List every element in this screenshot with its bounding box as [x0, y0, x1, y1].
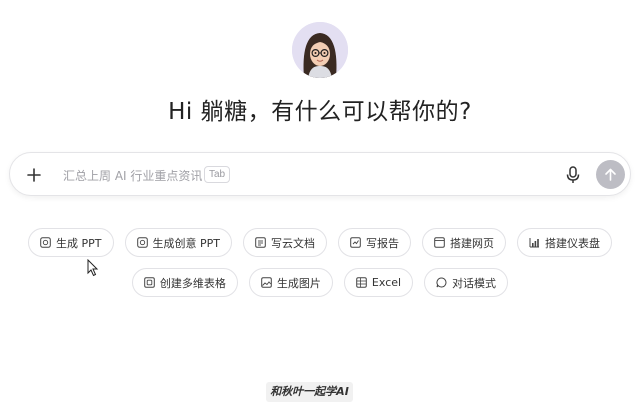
watermark-text: 和秋叶一起学AI — [266, 382, 353, 402]
chip-write-report[interactable]: 写报告 — [337, 228, 411, 257]
chip-generate-image[interactable]: 生成图片 — [248, 268, 333, 297]
chip-label: Excel — [371, 276, 402, 289]
table-icon — [144, 277, 155, 288]
plus-icon[interactable] — [24, 165, 44, 185]
chip-label: 创建多维表格 — [159, 276, 226, 290]
image-icon — [261, 277, 272, 288]
chip-label: 搭建仪表盘 — [544, 236, 600, 250]
chat-input-placeholder[interactable]: 汇总上周 AI 行业重点资讯 — [63, 167, 202, 184]
arrow-up-icon — [605, 168, 616, 181]
chip-generate-creative-ppt[interactable]: 生成创意 PPT — [124, 228, 232, 257]
send-button[interactable] — [596, 160, 625, 189]
webpage-icon — [434, 237, 445, 248]
chip-label: 搭建网页 — [449, 236, 494, 250]
chip-build-dashboard[interactable]: 搭建仪表盘 — [516, 228, 612, 257]
excel-icon — [356, 277, 367, 288]
mouse-cursor-icon — [87, 259, 99, 277]
chip-label: 生成图片 — [276, 276, 321, 290]
chip-label: 写云文档 — [270, 236, 315, 250]
chip-label: 对话模式 — [452, 276, 497, 290]
chip-excel[interactable]: Excel — [343, 268, 414, 297]
chip-chat-mode[interactable]: 对话模式 — [424, 268, 509, 297]
ppt-icon — [40, 237, 51, 248]
chip-label: 写报告 — [365, 236, 399, 250]
chat-icon — [436, 277, 447, 288]
avatar — [292, 22, 348, 78]
chip-generate-ppt[interactable]: 生成 PPT — [28, 228, 114, 257]
creative-ppt-icon — [136, 237, 148, 248]
chat-input-box[interactable]: 汇总上周 AI 行业重点资讯 Tab — [9, 152, 631, 196]
greeting-title: Hi 躺糖，有什么可以帮你的? — [168, 99, 472, 125]
doc-icon — [255, 237, 266, 248]
chip-build-webpage[interactable]: 搭建网页 — [421, 228, 506, 257]
quick-actions-row-1: 生成 PPT 生成创意 PPT 写云文档 写报告 搭建网页 搭建仪表盘 — [0, 228, 640, 257]
microphone-icon[interactable] — [564, 165, 582, 185]
chip-label: 生成 PPT — [56, 236, 102, 250]
chip-write-doc[interactable]: 写云文档 — [242, 228, 327, 257]
report-icon — [350, 237, 361, 248]
dashboard-icon — [529, 238, 539, 248]
chip-label: 生成创意 PPT — [152, 236, 220, 250]
chip-create-table[interactable]: 创建多维表格 — [131, 268, 238, 297]
tab-shortcut-badge: Tab — [204, 166, 231, 183]
